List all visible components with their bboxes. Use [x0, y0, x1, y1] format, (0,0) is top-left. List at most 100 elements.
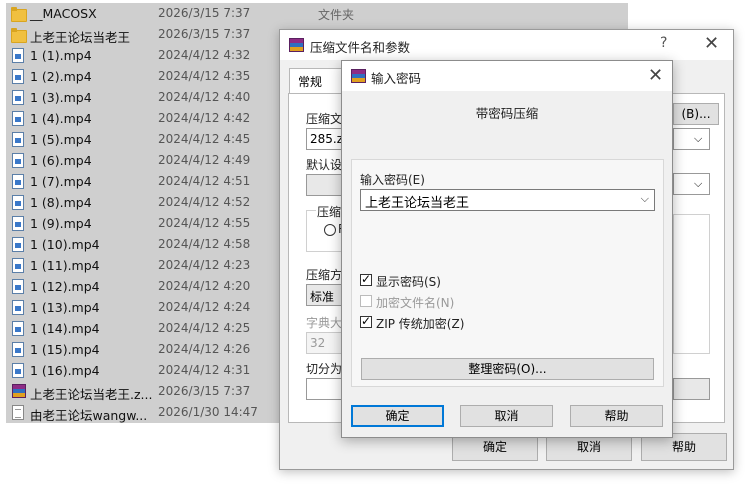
- file-name: 1 (2).mp4: [30, 69, 92, 84]
- winrar-icon: [289, 38, 304, 52]
- password-combobox[interactable]: 上老王论坛当老王 ⌵: [360, 189, 655, 211]
- video-file-icon: [12, 153, 24, 168]
- file-date: 2024/4/12 4:20: [158, 279, 251, 293]
- show-password-label: 显示密码(S): [376, 275, 441, 289]
- organize-passwords-button[interactable]: 整理密码(O)...: [361, 358, 654, 380]
- update-mode-dropdown[interactable]: ⌵: [673, 173, 710, 195]
- password-heading: 带密码压缩: [475, 106, 539, 121]
- profiles-button[interactable]: [306, 174, 346, 196]
- file-date: 2024/4/12 4:25: [158, 321, 251, 335]
- dictionary-size-select[interactable]: 32: [306, 332, 346, 354]
- video-file-icon: [12, 132, 24, 147]
- file-name: 1 (8).mp4: [30, 195, 92, 210]
- file-date: 2024/4/12 4:51: [158, 174, 251, 188]
- password-dialog-title: 输入密码: [371, 71, 422, 86]
- file-date: 2024/4/12 4:24: [158, 300, 251, 314]
- compression-method-value: 标准: [310, 290, 335, 304]
- help-button[interactable]: 帮助: [570, 405, 663, 427]
- file-name: 1 (15).mp4: [30, 342, 100, 357]
- format-radio[interactable]: [324, 224, 336, 236]
- file-date: 2026/1/30 14:47: [158, 405, 258, 419]
- chevron-down-icon: ⌵: [694, 177, 703, 190]
- file-date: 2024/4/12 4:35: [158, 69, 251, 83]
- file-name: 1 (6).mp4: [30, 153, 92, 168]
- file-name: 1 (7).mp4: [30, 174, 92, 189]
- cancel-button[interactable]: 取消: [460, 405, 553, 427]
- video-file-icon: [12, 300, 24, 315]
- video-file-icon: [12, 195, 24, 210]
- compression-method-label: 压缩方: [306, 268, 343, 282]
- video-file-icon: [12, 321, 24, 336]
- file-name: 由老王论坛wangw...: [30, 408, 148, 423]
- close-icon[interactable]: ✕: [704, 33, 719, 54]
- video-file-icon: [12, 216, 24, 231]
- parent-titlebar: 压缩文件名和参数 ? ✕: [280, 30, 733, 60]
- encrypt-filenames-checkbox[interactable]: [360, 295, 372, 307]
- compression-method-select[interactable]: 标准: [306, 284, 346, 306]
- video-file-icon: [12, 48, 24, 63]
- file-date: 2024/4/12 4:49: [158, 153, 251, 167]
- chevron-down-icon[interactable]: ⌵: [641, 192, 649, 206]
- file-date: 2024/4/12 4:31: [158, 363, 251, 377]
- video-file-icon: [12, 363, 24, 378]
- file-date: 2026/3/15 7:37: [158, 384, 251, 398]
- dictionary-size-label: 字典大: [306, 316, 343, 330]
- file-name: 1 (11).mp4: [30, 258, 100, 273]
- chevron-down-icon: ⌵: [694, 132, 703, 145]
- ok-button[interactable]: 确定: [351, 405, 444, 427]
- tab-general-label: 常规: [298, 75, 323, 89]
- folder-icon: [11, 27, 27, 43]
- file-name: 1 (14).mp4: [30, 321, 100, 336]
- file-name: 1 (4).mp4: [30, 111, 92, 126]
- archive-format-group: 压缩 R: [306, 203, 346, 252]
- file-date: 2024/4/12 4:58: [158, 237, 251, 251]
- folder-icon: [11, 6, 27, 22]
- help-icon[interactable]: ?: [660, 35, 667, 51]
- parent-dialog-title: 压缩文件名和参数: [310, 40, 411, 55]
- file-name: 1 (5).mp4: [30, 132, 92, 147]
- file-date: 2024/4/12 4:32: [158, 48, 251, 62]
- file-name: 1 (1).mp4: [30, 48, 92, 63]
- dictionary-size-value: 32: [310, 336, 326, 350]
- zip-legacy-encryption-label: ZIP 传统加密(Z): [376, 317, 465, 331]
- enter-password-dialog: 输入密码 ✕ 带密码压缩 输入密码(E) 上老王论坛当老王 ⌵ ✓ 显示密码(S…: [341, 60, 673, 438]
- file-date: 2024/4/12 4:55: [158, 216, 251, 230]
- archive-icon: [12, 384, 26, 398]
- video-file-icon: [12, 258, 24, 273]
- archive-name-dropdown[interactable]: ⌵: [673, 128, 710, 150]
- file-name: 1 (12).mp4: [30, 279, 100, 294]
- default-settings-label: 默认设: [306, 158, 343, 172]
- file-date: 2024/4/12 4:40: [158, 90, 251, 104]
- checkmark-icon: ✓: [361, 314, 372, 328]
- split-volumes-field[interactable]: [306, 378, 346, 400]
- show-password-checkbox[interactable]: ✓: [360, 272, 372, 286]
- file-name: 1 (10).mp4: [30, 237, 100, 252]
- video-file-icon: [12, 237, 24, 252]
- browse-button[interactable]: (B)...: [673, 103, 719, 125]
- file-name: 上老王论坛当老王: [30, 30, 131, 45]
- tab-general[interactable]: 常规: [289, 68, 343, 94]
- file-date: 2024/4/12 4:42: [158, 111, 251, 125]
- options-group: [673, 214, 710, 354]
- video-file-icon: [12, 174, 24, 189]
- close-icon[interactable]: ✕: [648, 65, 663, 86]
- file-date: 2026/3/15 7:37: [158, 6, 251, 20]
- archive-format-label: 压缩: [316, 203, 343, 220]
- winrar-icon: [351, 69, 366, 83]
- zip-legacy-encryption-checkbox[interactable]: ✓: [360, 314, 372, 328]
- file-date: 2024/4/12 4:26: [158, 342, 251, 356]
- set-password-button[interactable]: [673, 378, 710, 400]
- file-date: 2024/4/12 4:23: [158, 258, 251, 272]
- file-name: 1 (3).mp4: [30, 90, 92, 105]
- file-date: 2024/4/12 4:52: [158, 195, 251, 209]
- video-file-icon: [12, 111, 24, 126]
- file-row[interactable]: __MACOSX 2026/3/15 7:37 文件夹: [6, 3, 628, 24]
- encrypt-filenames-label: 加密文件名(N): [376, 296, 455, 310]
- file-type: 文件夹: [318, 8, 355, 22]
- file-name: 1 (9).mp4: [30, 216, 92, 231]
- file-date: 2026/3/15 7:37: [158, 27, 251, 41]
- text-file-icon: [12, 405, 24, 420]
- password-value: 上老王论坛当老王: [365, 196, 470, 211]
- file-name: 上老王论坛当老王.z...: [30, 387, 153, 402]
- video-file-icon: [12, 69, 24, 84]
